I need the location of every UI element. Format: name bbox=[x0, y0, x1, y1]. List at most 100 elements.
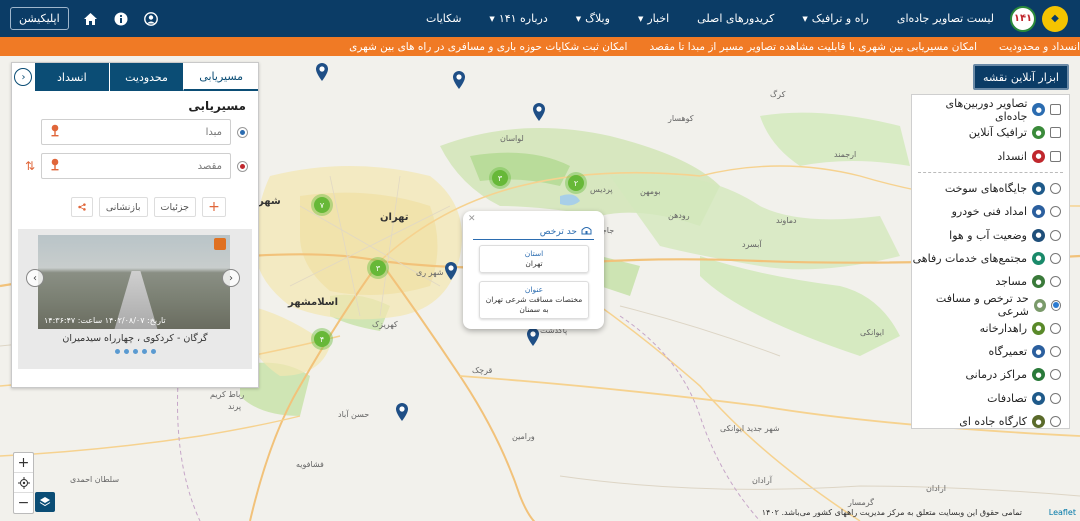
layer-radio-item[interactable]: ● راهدارخانه bbox=[912, 317, 1069, 340]
layer-radio[interactable] bbox=[1050, 229, 1061, 241]
destination-input[interactable] bbox=[102, 160, 222, 172]
layer-radio-item[interactable]: ● مجتمع‌های خدمات رفاهی bbox=[912, 247, 1069, 270]
details-button[interactable]: جزئیات bbox=[153, 197, 196, 217]
layer-radio[interactable] bbox=[1050, 346, 1061, 358]
layer-checkbox-item[interactable]: ● ترافیک آنلاین bbox=[912, 121, 1069, 144]
carousel-dot[interactable] bbox=[132, 349, 138, 354]
reset-button[interactable]: بازنشانی bbox=[98, 197, 148, 217]
nav-item[interactable]: لیست تصاویر جاده‌ای bbox=[897, 12, 994, 25]
layer-checkbox-item[interactable]: ● تصاویر دوربین‌های جاده‌ای bbox=[912, 96, 1069, 123]
layer-checkbox[interactable] bbox=[1050, 127, 1061, 139]
logo-rmto[interactable]: ◆ bbox=[1042, 5, 1068, 32]
marker-cluster[interactable]: ۳ bbox=[489, 167, 511, 189]
layer-radio-item[interactable]: ● مساجد bbox=[912, 270, 1069, 293]
layer-radio-item[interactable]: ● حد ترخص و مسافت شرعی bbox=[912, 292, 1069, 319]
locate-button[interactable] bbox=[14, 473, 33, 493]
layer-label: تصاویر دوربین‌های جاده‌ای bbox=[945, 96, 1028, 123]
destination-radio[interactable] bbox=[237, 160, 248, 172]
nav-item[interactable]: شکایات bbox=[426, 12, 461, 25]
map-place-label: سلطان احمدی bbox=[70, 475, 120, 484]
map-place-label: لواسان bbox=[500, 134, 524, 143]
tab-restriction[interactable]: محدودیت bbox=[108, 63, 184, 91]
carousel-dot[interactable] bbox=[114, 349, 120, 354]
map-pin-icon[interactable] bbox=[50, 124, 60, 140]
nav-item[interactable]: وبلاگ ▼ bbox=[576, 12, 610, 25]
user-icon[interactable] bbox=[143, 11, 159, 27]
carousel-dot[interactable] bbox=[150, 349, 156, 354]
map-city-label: شهر bbox=[258, 196, 281, 207]
map-marker-icon[interactable] bbox=[315, 62, 329, 82]
layer-radio-item[interactable]: ● امداد فنی خودرو bbox=[912, 200, 1069, 223]
layers-toggle-icon[interactable] bbox=[35, 492, 55, 512]
tab-blockage[interactable]: انسداد bbox=[33, 63, 109, 91]
layer-radio[interactable] bbox=[1050, 299, 1061, 311]
origin-field[interactable] bbox=[41, 119, 231, 145]
app-button[interactable]: اپلیکیشن bbox=[10, 7, 69, 30]
add-stop-button[interactable]: + bbox=[202, 197, 226, 217]
carousel-dot[interactable] bbox=[123, 349, 129, 354]
layer-label: وضعیت آب و هوا bbox=[949, 228, 1027, 242]
carousel-next-icon[interactable]: › bbox=[222, 269, 240, 287]
home-icon[interactable] bbox=[83, 11, 99, 27]
ticker-item[interactable]: امکان ثبت شکایات حوزه باری و مسافری در ر… bbox=[349, 41, 627, 53]
zoom-out-button[interactable]: − bbox=[14, 493, 33, 513]
panel-collapse-button[interactable]: ‹ bbox=[11, 63, 34, 91]
ticker-item[interactable]: امکان مسیریابی بین شهری با قابلیت مشاهده… bbox=[649, 41, 977, 53]
map-city-label: تهران bbox=[380, 212, 409, 223]
share-icon[interactable] bbox=[70, 197, 93, 217]
marker-cluster[interactable]: ۳ bbox=[367, 257, 389, 279]
layer-radio[interactable] bbox=[1050, 276, 1061, 288]
map-pin-icon[interactable] bbox=[50, 158, 60, 174]
origin-radio[interactable] bbox=[237, 126, 248, 138]
map-place-label: شهر جدید ایوانکی bbox=[720, 424, 780, 433]
map-place-label: پرند bbox=[228, 402, 242, 411]
nav-item[interactable]: کریدورهای اصلی bbox=[697, 12, 774, 25]
layer-checkbox[interactable] bbox=[1050, 104, 1061, 116]
layer-radio[interactable] bbox=[1050, 183, 1061, 195]
map-marker-icon[interactable] bbox=[395, 402, 409, 422]
layer-radio[interactable] bbox=[1050, 369, 1061, 381]
camera-image[interactable]: تاریخ: ۱۴۰۲/۰۸/۰۷ ساعت: ۱۴:۳۶:۴۷ bbox=[38, 235, 230, 329]
layer-radio-item[interactable]: ● جایگاه‌های سوخت bbox=[912, 177, 1069, 200]
layer-radio[interactable] bbox=[1050, 322, 1061, 334]
layer-radio-item[interactable]: ● تصادفات bbox=[912, 387, 1069, 410]
layer-radio-item[interactable]: ● تعمیرگاه bbox=[912, 340, 1069, 363]
zoom-in-button[interactable]: + bbox=[14, 453, 33, 473]
layer-radio[interactable] bbox=[1050, 252, 1061, 264]
popup-close-icon[interactable]: ✕ bbox=[468, 214, 476, 224]
marker-cluster[interactable]: ۲ bbox=[565, 172, 587, 194]
info-icon[interactable] bbox=[113, 11, 129, 27]
origin-input[interactable] bbox=[102, 126, 222, 138]
logo-141[interactable]: ۱۴۱ bbox=[1010, 5, 1036, 32]
cluster-count: ۴ bbox=[314, 331, 330, 347]
map-tools-button[interactable]: ابزار آنلاین نقشه bbox=[972, 64, 1069, 90]
layer-checkbox-item[interactable]: ● انسداد bbox=[912, 145, 1069, 168]
layer-radio-item[interactable]: ● وضعیت آب و هوا bbox=[912, 223, 1069, 246]
layer-label: حد ترخص و مسافت شرعی bbox=[935, 292, 1029, 319]
nav-item[interactable]: درباره ۱۴۱ ▼ bbox=[489, 12, 547, 25]
map-marker-icon[interactable] bbox=[444, 261, 458, 281]
layer-radio-item[interactable]: ● مراکز درمانی bbox=[912, 363, 1069, 386]
ticker-item[interactable]: انسداد و محدودیت bbox=[999, 41, 1080, 53]
chevron-left-icon: ‹ bbox=[14, 68, 33, 86]
layer-radio[interactable] bbox=[1050, 206, 1061, 218]
nav-item[interactable]: اخبار ▼ bbox=[638, 12, 669, 25]
leaflet-attribution[interactable]: Leaflet bbox=[1049, 508, 1076, 517]
layer-radio[interactable] bbox=[1050, 416, 1061, 427]
map-marker-icon[interactable] bbox=[526, 327, 540, 347]
marker-cluster[interactable]: ۴ bbox=[311, 328, 333, 350]
swap-icon[interactable]: ⇅ bbox=[25, 159, 35, 173]
layer-radio-item[interactable]: ● کارگاه جاده ای bbox=[912, 410, 1069, 433]
carousel-prev-icon[interactable]: ‹ bbox=[26, 269, 44, 287]
tab-routing[interactable]: مسیریابی bbox=[183, 63, 258, 91]
marker-cluster[interactable]: ۷ bbox=[311, 194, 333, 216]
layer-checkbox[interactable] bbox=[1050, 150, 1061, 162]
layer-radio[interactable] bbox=[1050, 392, 1061, 404]
map-marker-icon[interactable] bbox=[452, 70, 466, 90]
nav-item[interactable]: راه و ترافیک ▼ bbox=[802, 12, 868, 25]
layer-label: مراکز درمانی bbox=[965, 368, 1027, 382]
map-marker-icon[interactable] bbox=[532, 102, 546, 122]
destination-field[interactable] bbox=[41, 153, 231, 179]
carousel-dot[interactable] bbox=[141, 349, 147, 354]
caret-down-icon: ▼ bbox=[489, 14, 495, 23]
